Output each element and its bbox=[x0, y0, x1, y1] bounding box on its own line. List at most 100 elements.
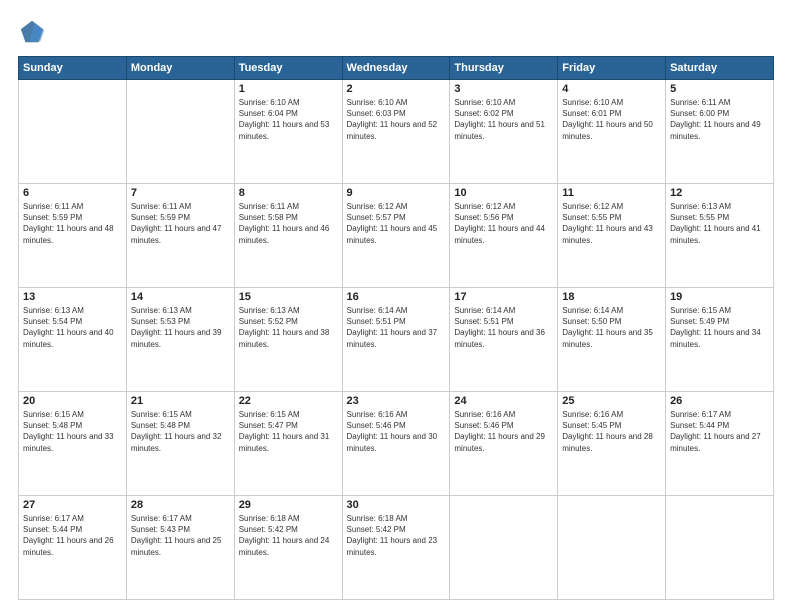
calendar-header-wednesday: Wednesday bbox=[342, 57, 450, 80]
day-number: 10 bbox=[454, 187, 553, 199]
calendar-header-thursday: Thursday bbox=[450, 57, 558, 80]
calendar-cell: 23 Sunrise: 6:16 AMSunset: 5:46 PMDayligh… bbox=[342, 392, 450, 496]
day-number: 7 bbox=[131, 187, 230, 199]
day-number: 24 bbox=[454, 395, 553, 407]
day-number: 2 bbox=[347, 83, 446, 95]
calendar-cell: 18 Sunrise: 6:14 AMSunset: 5:50 PMDayligh… bbox=[558, 288, 666, 392]
calendar-cell: 19 Sunrise: 6:15 AMSunset: 5:49 PMDayligh… bbox=[666, 288, 774, 392]
day-info: Sunrise: 6:11 AMSunset: 6:00 PMDaylight:… bbox=[670, 97, 769, 142]
week-row-5: 27 Sunrise: 6:17 AMSunset: 5:44 PMDayligh… bbox=[19, 496, 774, 600]
day-number: 15 bbox=[239, 291, 338, 303]
calendar-cell: 3 Sunrise: 6:10 AMSunset: 6:02 PMDaylight… bbox=[450, 80, 558, 184]
header bbox=[18, 18, 774, 46]
logo bbox=[18, 18, 50, 46]
calendar-cell bbox=[666, 496, 774, 600]
calendar-cell: 27 Sunrise: 6:17 AMSunset: 5:44 PMDayligh… bbox=[19, 496, 127, 600]
day-number: 29 bbox=[239, 499, 338, 511]
day-number: 17 bbox=[454, 291, 553, 303]
calendar-cell: 25 Sunrise: 6:16 AMSunset: 5:45 PMDayligh… bbox=[558, 392, 666, 496]
calendar-cell: 5 Sunrise: 6:11 AMSunset: 6:00 PMDaylight… bbox=[666, 80, 774, 184]
day-number: 21 bbox=[131, 395, 230, 407]
calendar-cell: 6 Sunrise: 6:11 AMSunset: 5:59 PMDaylight… bbox=[19, 184, 127, 288]
day-number: 5 bbox=[670, 83, 769, 95]
day-number: 19 bbox=[670, 291, 769, 303]
calendar-cell: 26 Sunrise: 6:17 AMSunset: 5:44 PMDayligh… bbox=[666, 392, 774, 496]
calendar-header-tuesday: Tuesday bbox=[234, 57, 342, 80]
calendar-cell: 4Sunrise: 6:10 AMSunset: 6:01 PMDaylight… bbox=[558, 80, 666, 184]
calendar-cell: 7 Sunrise: 6:11 AMSunset: 5:59 PMDaylight… bbox=[126, 184, 234, 288]
calendar-cell bbox=[126, 80, 234, 184]
day-info: Sunrise: 6:10 AMSunset: 6:01 PMDaylight:… bbox=[562, 97, 661, 142]
week-row-1: 1Sunrise: 6:10 AMSunset: 6:04 PMDaylight… bbox=[19, 80, 774, 184]
day-info: Sunrise: 6:18 AMSunset: 5:42 PMDaylight:… bbox=[239, 513, 338, 558]
calendar-cell: 10 Sunrise: 6:12 AMSunset: 5:56 PMDayligh… bbox=[450, 184, 558, 288]
day-number: 11 bbox=[562, 187, 661, 199]
day-number: 20 bbox=[23, 395, 122, 407]
calendar-header-sunday: Sunday bbox=[19, 57, 127, 80]
day-info: Sunrise: 6:16 AMSunset: 5:46 PMDaylight:… bbox=[347, 409, 446, 454]
calendar-header-friday: Friday bbox=[558, 57, 666, 80]
calendar-header-row: SundayMondayTuesdayWednesdayThursdayFrid… bbox=[19, 57, 774, 80]
day-number: 28 bbox=[131, 499, 230, 511]
calendar-cell: 29 Sunrise: 6:18 AMSunset: 5:42 PMDayligh… bbox=[234, 496, 342, 600]
day-info: Sunrise: 6:10 AMSunset: 6:03 PMDaylight:… bbox=[347, 97, 446, 142]
day-number: 27 bbox=[23, 499, 122, 511]
day-info: Sunrise: 6:11 AMSunset: 5:59 PMDaylight:… bbox=[23, 201, 122, 246]
week-row-2: 6 Sunrise: 6:11 AMSunset: 5:59 PMDaylight… bbox=[19, 184, 774, 288]
day-info: Sunrise: 6:16 AMSunset: 5:45 PMDaylight:… bbox=[562, 409, 661, 454]
day-number: 23 bbox=[347, 395, 446, 407]
day-number: 25 bbox=[562, 395, 661, 407]
week-row-4: 20 Sunrise: 6:15 AMSunset: 5:48 PMDayligh… bbox=[19, 392, 774, 496]
calendar-cell: 9 Sunrise: 6:12 AMSunset: 5:57 PMDaylight… bbox=[342, 184, 450, 288]
day-info: Sunrise: 6:14 AMSunset: 5:51 PMDaylight:… bbox=[347, 305, 446, 350]
day-number: 16 bbox=[347, 291, 446, 303]
day-info: Sunrise: 6:15 AMSunset: 5:49 PMDaylight:… bbox=[670, 305, 769, 350]
day-number: 14 bbox=[131, 291, 230, 303]
day-info: Sunrise: 6:13 AMSunset: 5:53 PMDaylight:… bbox=[131, 305, 230, 350]
day-info: Sunrise: 6:11 AMSunset: 5:59 PMDaylight:… bbox=[131, 201, 230, 246]
day-number: 22 bbox=[239, 395, 338, 407]
calendar-cell: 13 Sunrise: 6:13 AMSunset: 5:54 PMDayligh… bbox=[19, 288, 127, 392]
calendar-cell: 22Sunrise: 6:15 AMSunset: 5:47 PMDayligh… bbox=[234, 392, 342, 496]
day-info: Sunrise: 6:14 AMSunset: 5:50 PMDaylight:… bbox=[562, 305, 661, 350]
day-number: 9 bbox=[347, 187, 446, 199]
day-info: Sunrise: 6:13 AMSunset: 5:55 PMDaylight:… bbox=[670, 201, 769, 246]
day-info: Sunrise: 6:10 AMSunset: 6:02 PMDaylight:… bbox=[454, 97, 553, 142]
calendar-cell: 28Sunrise: 6:17 AMSunset: 5:43 PMDayligh… bbox=[126, 496, 234, 600]
day-info: Sunrise: 6:15 AMSunset: 5:48 PMDaylight:… bbox=[131, 409, 230, 454]
calendar-cell: 24 Sunrise: 6:16 AMSunset: 5:46 PMDayligh… bbox=[450, 392, 558, 496]
day-number: 13 bbox=[23, 291, 122, 303]
calendar-cell: 20 Sunrise: 6:15 AMSunset: 5:48 PMDayligh… bbox=[19, 392, 127, 496]
day-info: Sunrise: 6:16 AMSunset: 5:46 PMDaylight:… bbox=[454, 409, 553, 454]
calendar-cell: 15Sunrise: 6:13 AMSunset: 5:52 PMDayligh… bbox=[234, 288, 342, 392]
day-info: Sunrise: 6:15 AMSunset: 5:48 PMDaylight:… bbox=[23, 409, 122, 454]
week-row-3: 13 Sunrise: 6:13 AMSunset: 5:54 PMDayligh… bbox=[19, 288, 774, 392]
day-number: 6 bbox=[23, 187, 122, 199]
calendar-cell bbox=[558, 496, 666, 600]
day-info: Sunrise: 6:12 AMSunset: 5:55 PMDaylight:… bbox=[562, 201, 661, 246]
day-info: Sunrise: 6:11 AMSunset: 5:58 PMDaylight:… bbox=[239, 201, 338, 246]
day-info: Sunrise: 6:12 AMSunset: 5:57 PMDaylight:… bbox=[347, 201, 446, 246]
day-number: 8 bbox=[239, 187, 338, 199]
day-info: Sunrise: 6:17 AMSunset: 5:44 PMDaylight:… bbox=[23, 513, 122, 558]
day-number: 3 bbox=[454, 83, 553, 95]
day-info: Sunrise: 6:12 AMSunset: 5:56 PMDaylight:… bbox=[454, 201, 553, 246]
day-number: 30 bbox=[347, 499, 446, 511]
calendar-cell: 16 Sunrise: 6:14 AMSunset: 5:51 PMDayligh… bbox=[342, 288, 450, 392]
day-info: Sunrise: 6:14 AMSunset: 5:51 PMDaylight:… bbox=[454, 305, 553, 350]
calendar-header-saturday: Saturday bbox=[666, 57, 774, 80]
calendar-cell: 30Sunrise: 6:18 AMSunset: 5:42 PMDayligh… bbox=[342, 496, 450, 600]
page: SundayMondayTuesdayWednesdayThursdayFrid… bbox=[0, 0, 792, 612]
calendar-cell: 14 Sunrise: 6:13 AMSunset: 5:53 PMDayligh… bbox=[126, 288, 234, 392]
calendar-cell: 2 Sunrise: 6:10 AMSunset: 6:03 PMDaylight… bbox=[342, 80, 450, 184]
calendar-cell: 11 Sunrise: 6:12 AMSunset: 5:55 PMDayligh… bbox=[558, 184, 666, 288]
day-number: 1 bbox=[239, 83, 338, 95]
day-info: Sunrise: 6:17 AMSunset: 5:44 PMDaylight:… bbox=[670, 409, 769, 454]
day-number: 26 bbox=[670, 395, 769, 407]
calendar-cell bbox=[450, 496, 558, 600]
day-number: 12 bbox=[670, 187, 769, 199]
day-number: 18 bbox=[562, 291, 661, 303]
calendar-cell bbox=[19, 80, 127, 184]
day-info: Sunrise: 6:13 AMSunset: 5:54 PMDaylight:… bbox=[23, 305, 122, 350]
calendar-cell: 1Sunrise: 6:10 AMSunset: 6:04 PMDaylight… bbox=[234, 80, 342, 184]
